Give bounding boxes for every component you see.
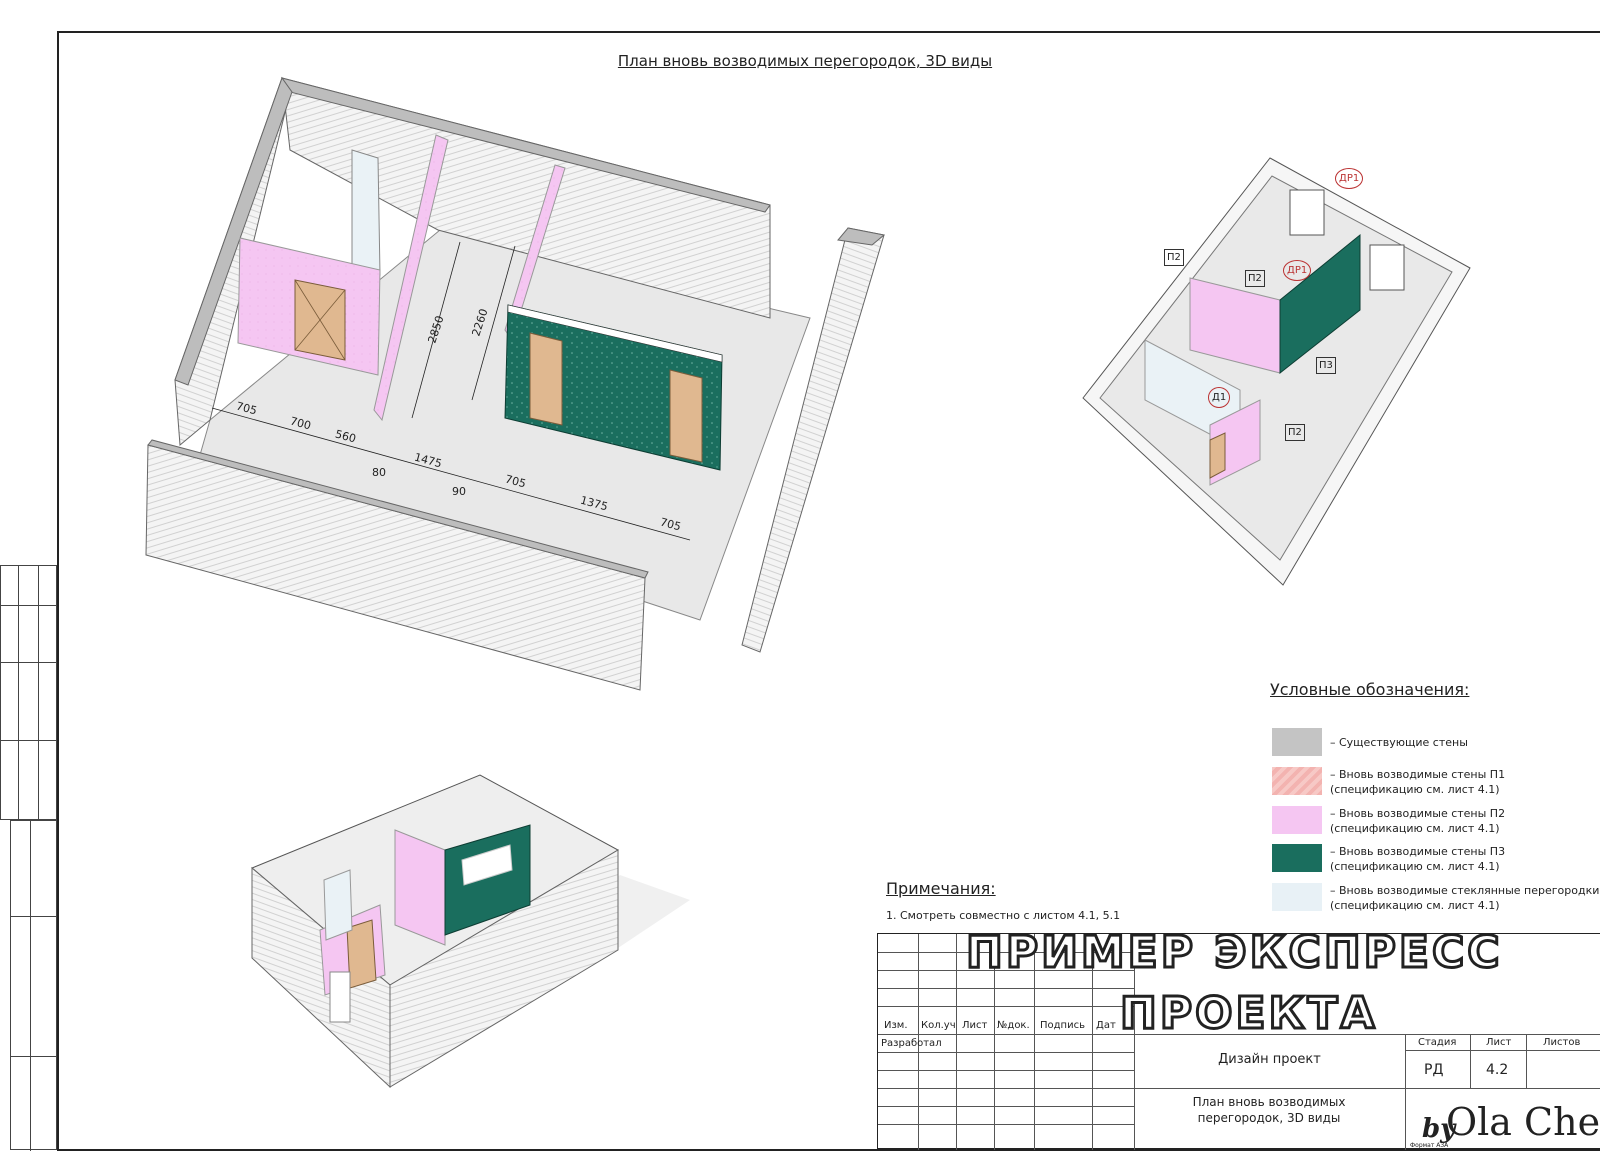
legend-text: – Вновь возводимые стены П1 (спецификаци… [1330,768,1506,796]
legend-swatch [1272,883,1322,911]
tb-stage: РД [1424,1062,1444,1078]
tb-sheet-no: 4.2 [1486,1062,1509,1078]
legend-swatch [1272,767,1322,795]
logo-name: Ola Che [1446,1100,1600,1144]
legend-text: – Вновь возводимые стеклянные перегородк… [1330,884,1600,912]
legend-swatch [1272,806,1322,834]
tb-col-podpis: Подпись [1040,1020,1085,1031]
legend-text: – Вновь возводимые стены П2 (спецификаци… [1330,807,1506,835]
tb-col-koluch: Кол.уч [921,1020,956,1031]
legend-item: – Вновь возводимые стеклянные перегородк… [1272,883,1600,915]
watermark-stamp-line1: ПРИМЕР ЭКСПРЕСС [965,926,1503,980]
tb-sheets-label: Листов [1543,1037,1581,1048]
legend-item: – Вновь возводимые стены П3 (спецификаци… [1272,844,1600,876]
legend-item: – Вновь возводимые стены П2 (спецификаци… [1272,806,1600,838]
tb-sheet-label: Лист [1486,1037,1512,1048]
notes-title: Примечания: [886,879,996,898]
legend-swatch [1272,844,1322,872]
tb-col-ndok: №док. [997,1020,1030,1031]
tb-project: Дизайн проект [1218,1052,1321,1067]
tb-developed: Разработал [881,1038,942,1049]
legend-item: – Существующие стены [1272,728,1600,758]
tb-col-list: Лист [962,1020,988,1031]
watermark-stamp-line2: ПРОЕКТА [1119,987,1378,1041]
tb-stage-label: Стадия [1418,1037,1457,1048]
legend-title: Условные обозначения: [1270,680,1470,699]
legend-text: – Вновь возводимые стены П3 (спецификаци… [1330,845,1506,873]
tb-sheet-name: План вновь возводимых перегородок, 3D ви… [1192,1095,1346,1125]
note-item: 1. Смотреть совместно с листом 4.1, 5.1 [886,909,1121,922]
logo: by Ola Che [1422,1100,1600,1148]
legend-swatch [1272,728,1322,756]
tb-col-data: Дат [1096,1020,1116,1031]
legend-item: – Вновь возводимые стены П1 (спецификаци… [1272,767,1600,799]
legend-text: – Существующие стены [1330,736,1468,749]
tb-col-izm: Изм. [884,1020,908,1031]
